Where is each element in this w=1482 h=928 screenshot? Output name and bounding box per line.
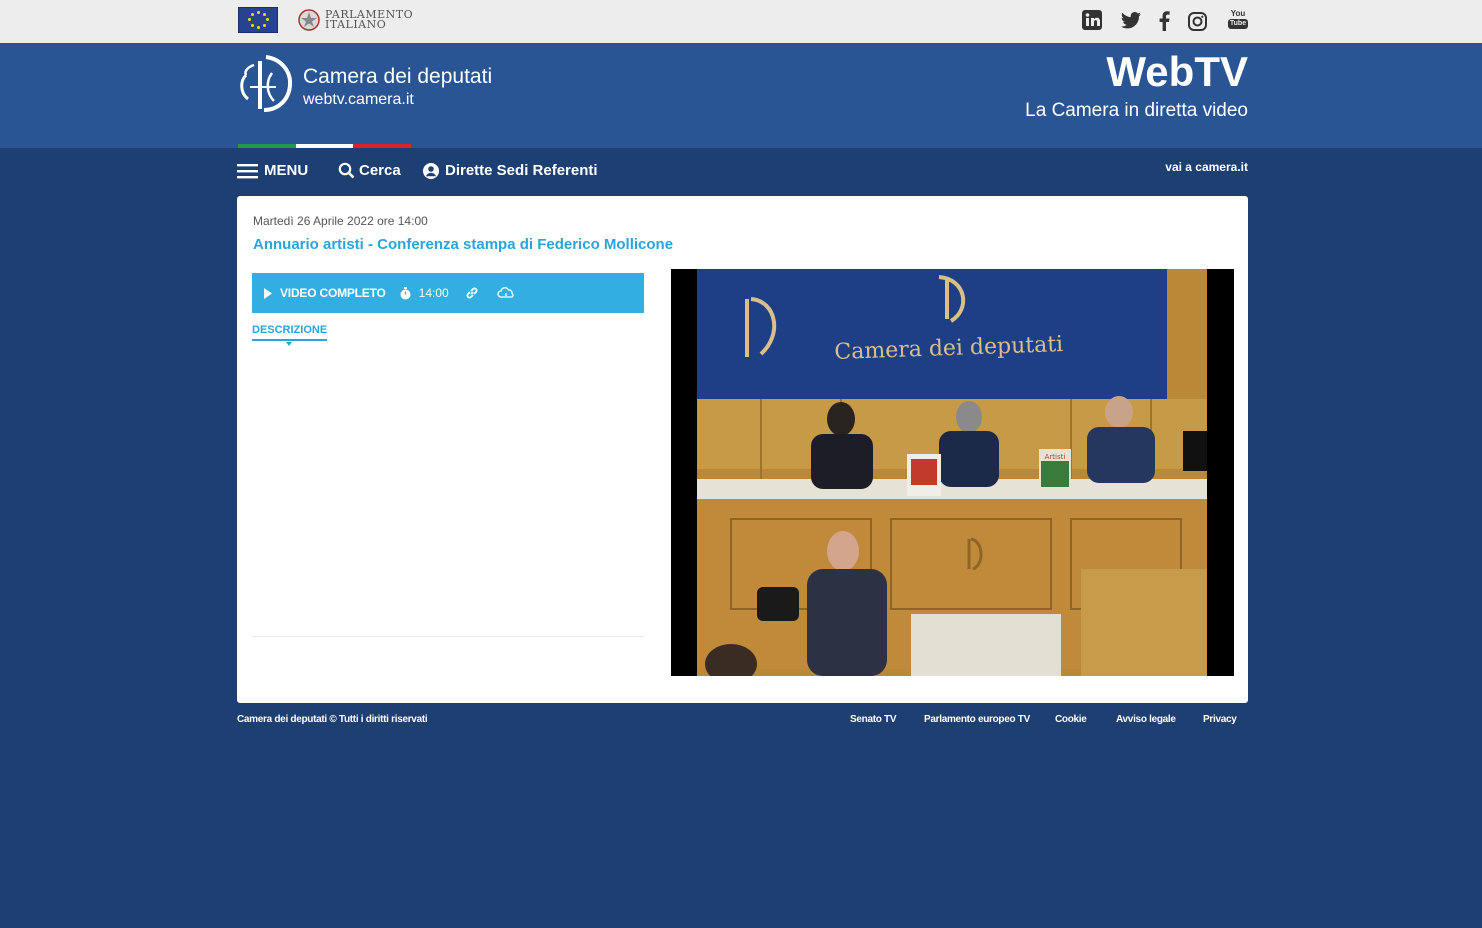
site-header: Camera dei deputati webtv.camera.it WebT… (0, 43, 1482, 148)
dirette-sedi-referenti-link[interactable]: Dirette Sedi Referenti (423, 162, 598, 179)
search-icon (338, 162, 355, 179)
video-completo-bar[interactable]: VIDEO COMPLETO 14:00 (252, 273, 644, 313)
description-divider (252, 636, 644, 637)
site-url[interactable]: webtv.camera.it (303, 91, 414, 109)
footer-link-avviso-legale[interactable]: Avviso legale (1116, 714, 1176, 725)
video-player[interactable]: Camera dei deputati Artisti (671, 269, 1234, 676)
tab-descrizione[interactable]: DESCRIZIONE (252, 324, 328, 341)
event-card: Martedì 26 Aprile 2022 ore 14:00 Annuari… (237, 196, 1248, 703)
facebook-icon[interactable] (1158, 11, 1170, 31)
book-label: Artisti (1045, 453, 1066, 461)
play-icon (264, 287, 272, 299)
cloud-download-icon[interactable] (497, 287, 515, 299)
linkedin-icon[interactable] (1082, 10, 1102, 30)
footer-link-cookie[interactable]: Cookie (1055, 714, 1087, 725)
webtv-tagline: La Camera in diretta video (1025, 100, 1248, 121)
footer-link-parlamento-europeo-tv[interactable]: Parlamento europeo TV (924, 714, 1030, 725)
footer-link-senato-tv[interactable]: Senato TV (850, 714, 897, 725)
user-circle-icon (423, 162, 439, 179)
search-button[interactable]: Cerca (338, 162, 401, 179)
search-label: Cerca (359, 162, 401, 179)
parlamento-italiano-logo[interactable]: PARLAMENTO ITALIANO (297, 6, 413, 34)
video-completo-label: VIDEO COMPLETO (280, 286, 386, 300)
dirette-label: Dirette Sedi Referenti (445, 162, 598, 179)
video-frame: Camera dei deputati Artisti (671, 269, 1234, 676)
stopwatch-icon (400, 286, 411, 299)
tab-active-caret-icon (286, 342, 292, 346)
twitter-icon[interactable] (1121, 12, 1141, 30)
event-date: Martedì 26 Aprile 2022 ore 14:00 (253, 214, 428, 228)
main-nav: MENU Cerca Dirette Sedi Referenti vai a … (0, 148, 1482, 195)
camera-dei-deputati-logo-icon[interactable] (236, 53, 296, 115)
hamburger-icon (237, 163, 258, 178)
youtube-label-bottom: Tube (1228, 19, 1248, 29)
menu-label: MENU (264, 162, 309, 179)
link-icon[interactable] (465, 286, 479, 300)
parlamento-line2: ITALIANO (325, 18, 387, 31)
menu-button[interactable]: MENU (237, 162, 308, 179)
instagram-icon[interactable] (1188, 12, 1207, 31)
italian-emblem-icon (298, 9, 320, 31)
webtv-brand[interactable]: WebTV (1106, 48, 1248, 96)
youtube-label-top: You (1230, 9, 1246, 18)
eu-flag-icon[interactable] (238, 7, 278, 33)
footer-link-privacy[interactable]: Privacy (1203, 714, 1237, 725)
youtube-icon[interactable]: You Tube (1227, 10, 1249, 32)
top-bar: PARLAMENTO ITALIANO You Tube (0, 0, 1482, 43)
vai-a-camera-link[interactable]: vai a camera.it (1165, 160, 1248, 174)
video-time: 14:00 (418, 286, 449, 300)
event-title[interactable]: Annuario artisti - Conferenza stampa di … (253, 236, 673, 253)
footer-copyright: Camera dei deputati © Tutti i diritti ri… (237, 714, 428, 725)
site-name[interactable]: Camera dei deputati (303, 65, 492, 89)
